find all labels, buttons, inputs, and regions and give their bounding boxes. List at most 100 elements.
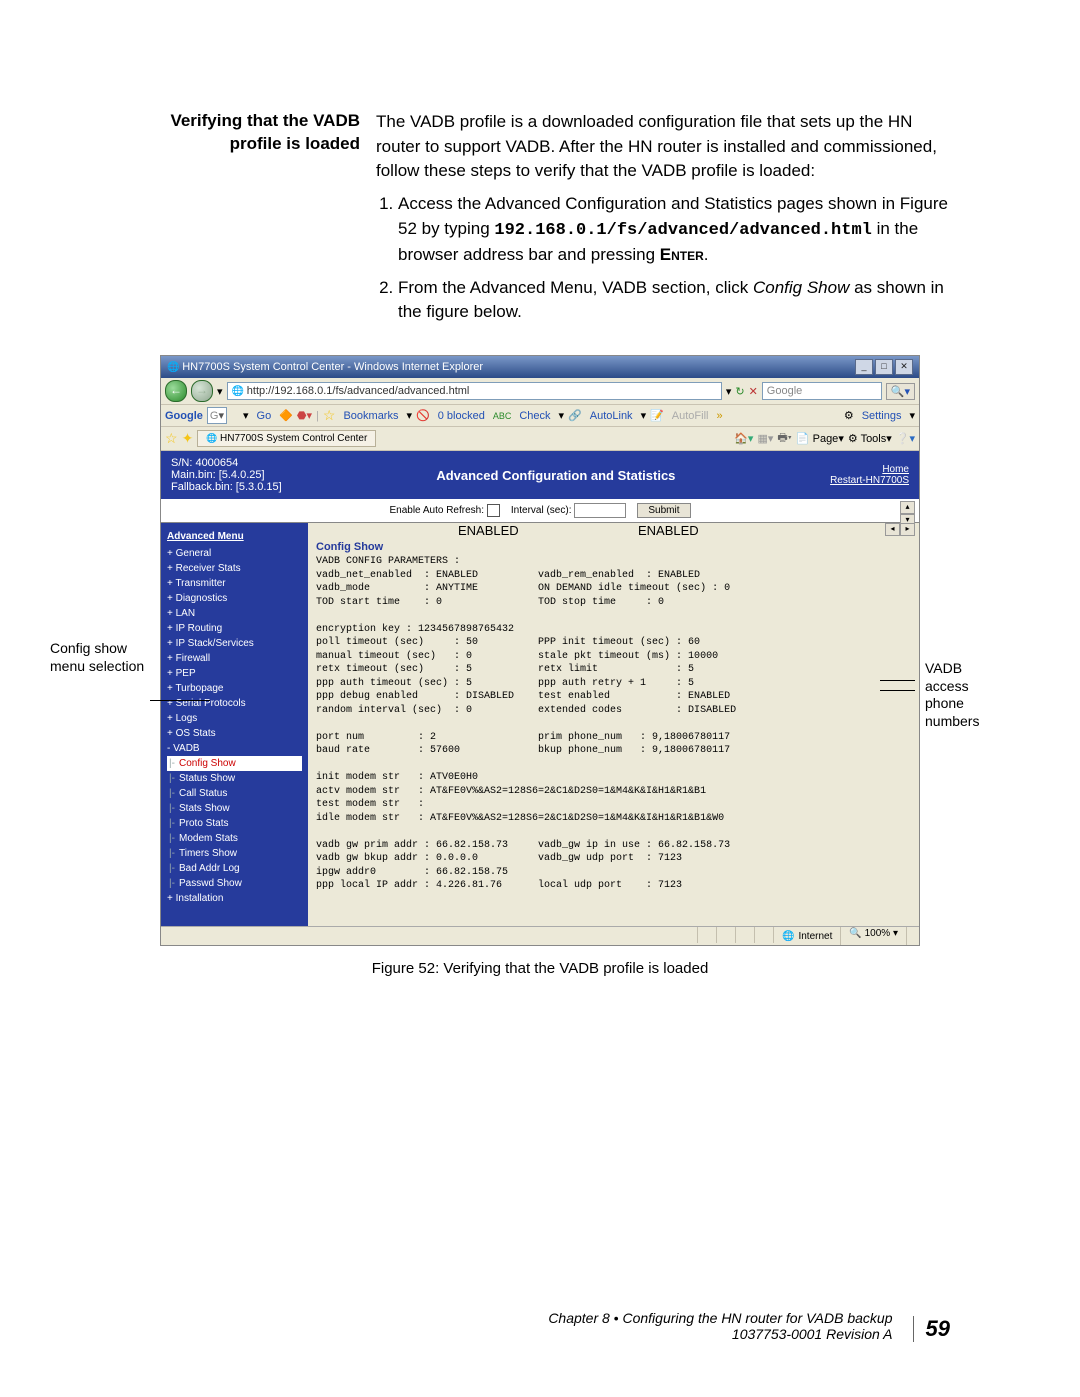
maximize-button[interactable]: □ (875, 359, 893, 375)
sidebar-item-serial[interactable]: + Serial Protocols (167, 696, 302, 711)
browser-tab[interactable]: 🌐 HN7700S System Control Center (197, 430, 376, 447)
dropdown-icon[interactable]: ▾ (217, 385, 223, 398)
home-link[interactable]: Home (830, 464, 909, 475)
page-heading: Advanced Configuration and Statistics (282, 468, 830, 483)
refresh-icon[interactable]: ↻ (735, 385, 744, 398)
enabled-label-2: ENABLED (638, 523, 699, 538)
config-show-title: Config Show (316, 541, 911, 553)
callout-vadb-phones: VADB access phone numbers (925, 660, 1005, 730)
autolink-icon: 🔗 (568, 409, 582, 422)
address-toolbar: ← → ▾ 🌐 http://192.168.0.1/fs/advanced/a… (161, 378, 919, 405)
sidebar-item-ipstack[interactable]: + IP Stack/Services (167, 636, 302, 651)
go-button[interactable]: Go (253, 410, 276, 422)
google-dropdown[interactable]: ▾ (243, 409, 249, 422)
section-intro: The VADB profile is a downloaded configu… (376, 110, 950, 184)
config-text: VADB CONFIG PARAMETERS : vadb_net_enable… (316, 555, 911, 893)
enabled-label-1: ENABLED (458, 523, 519, 538)
figure-caption: Figure 52: Verifying that the VADB profi… (160, 960, 920, 977)
sidebar-item-turbopage[interactable]: + Turbopage (167, 681, 302, 696)
back-button[interactable]: ← (165, 380, 187, 402)
address-bar[interactable]: 🌐 http://192.168.0.1/fs/advanced/advance… (227, 382, 722, 400)
check-link[interactable]: Check (515, 410, 554, 422)
sidebar-item-transmitter[interactable]: + Transmitter (167, 576, 302, 591)
autofill-link[interactable]: AutoFill (668, 410, 713, 422)
step1-url: 192.168.0.1/fs/advanced/advanced.html (494, 221, 871, 240)
sidebar-item-logs[interactable]: + Logs (167, 711, 302, 726)
google-icon: 🔶 (279, 409, 293, 422)
sidebar-header: Advanced Menu (167, 529, 302, 544)
sidebar-sub-config-show[interactable]: Config Show (167, 756, 302, 771)
home-icon[interactable]: 🏠▾ (734, 432, 753, 445)
statusbar: 🌐Internet 🔍 100% ▾ (161, 926, 919, 945)
step-1: Access the Advanced Configuration and St… (398, 192, 950, 268)
sn-info: S/N: 4000654 Main.bin: [5.4.0.25] Fallba… (171, 457, 282, 493)
google-btn-icon[interactable]: ⬣▾ (297, 409, 312, 422)
restart-link[interactable]: Restart-HN7700S (830, 475, 909, 486)
settings-link[interactable]: Settings (858, 410, 906, 422)
sidebar-item-diagnostics[interactable]: + Diagnostics (167, 591, 302, 606)
autolink-link[interactable]: AutoLink (586, 410, 637, 422)
status-internet: 🌐Internet (774, 927, 841, 945)
stop-icon[interactable]: ✕ (749, 385, 758, 398)
sidebar-sub-modem-stats[interactable]: Modem Stats (167, 831, 302, 846)
more-icon[interactable]: » (716, 410, 722, 422)
sidebar-sub-timers-show[interactable]: Timers Show (167, 846, 302, 861)
interval-input[interactable] (574, 503, 626, 518)
vadb-text: VADB (602, 278, 647, 297)
submit-button[interactable]: Submit (637, 503, 690, 518)
help-icon[interactable]: ❔▾ (896, 432, 915, 445)
sidebar-item-pep[interactable]: + PEP (167, 666, 302, 681)
close-button[interactable]: ✕ (895, 359, 913, 375)
sidebar-item-general[interactable]: + General (167, 546, 302, 561)
sidebar: Advanced Menu + General + Receiver Stats… (161, 523, 308, 926)
google-search-box[interactable]: G▾ (207, 407, 227, 424)
sidebar-item-firewall[interactable]: + Firewall (167, 651, 302, 666)
bookmarks-link[interactable]: Bookmarks (339, 410, 402, 422)
callout-line-left (150, 700, 210, 701)
minimize-button[interactable]: _ (855, 359, 873, 375)
status-zoom[interactable]: 🔍 100% ▾ (841, 927, 907, 945)
sidebar-sub-bad-addr[interactable]: Bad Addr Log (167, 861, 302, 876)
section-title: Verifying that the VADB profile is loade… (130, 110, 360, 345)
window-title: 🌐 HN7700S System Control Center - Window… (167, 361, 483, 373)
sidebar-sub-status-show[interactable]: Status Show (167, 771, 302, 786)
page-number: 59 (913, 1316, 950, 1342)
enter-key: Enter (660, 245, 704, 264)
sidebar-item-iprouting[interactable]: + IP Routing (167, 621, 302, 636)
config-panel: ENABLED ENABLED Config Show VADB CONFIG … (308, 523, 919, 926)
address-dropdown-icon[interactable]: ▾ (726, 385, 732, 398)
settings-icon[interactable]: ⚙ (844, 409, 854, 422)
favorites-icon[interactable]: ☆ (165, 430, 178, 447)
header-links: Home Restart-HN7700S (830, 464, 909, 486)
scroll-up-icon[interactable]: ▴ (900, 501, 915, 514)
internet-icon: 🌐 (782, 931, 794, 942)
google-toolbar: Google G▾ ▾ Go 🔶 ⬣▾ | ☆ Bookmarks▾ 🚫 0 b… (161, 405, 919, 427)
print-icon[interactable]: 🖶▾ (777, 429, 791, 448)
bookmarks-star-icon[interactable]: ☆ (323, 407, 336, 424)
blocked-icon: 🚫 (416, 409, 430, 422)
sidebar-sub-proto-stats[interactable]: Proto Stats (167, 816, 302, 831)
sidebar-item-installation[interactable]: + Installation (167, 891, 302, 906)
sidebar-sub-passwd-show[interactable]: Passwd Show (167, 876, 302, 891)
footer-doc: 1037753-0001 Revision A (548, 1326, 892, 1342)
check-icon: ABC (493, 411, 512, 421)
sidebar-sub-stats-show[interactable]: Stats Show (167, 801, 302, 816)
sidebar-item-lan[interactable]: + LAN (167, 606, 302, 621)
feed-icon[interactable]: ▦▾ (757, 432, 773, 445)
autofill-icon: 📝 (650, 409, 664, 422)
sidebar-item-osstats[interactable]: + OS Stats (167, 726, 302, 741)
add-favorites-icon[interactable]: ✦ (182, 430, 194, 447)
page-menu[interactable]: 📄 Page▾ (796, 432, 844, 445)
forward-button[interactable]: → (191, 380, 213, 402)
search-input[interactable]: Google (762, 382, 882, 400)
titlebar: 🌐 HN7700S System Control Center - Window… (161, 356, 919, 378)
tools-menu[interactable]: ⚙ Tools▾ (848, 432, 892, 445)
sidebar-sub-call-status[interactable]: Call Status (167, 786, 302, 801)
refresh-checkbox[interactable] (487, 504, 500, 517)
sidebar-item-vadb[interactable]: - VADB (167, 741, 302, 756)
search-button[interactable]: 🔍▾ (886, 383, 915, 400)
config-show-link-text: Config Show (753, 278, 849, 297)
sidebar-item-receiver[interactable]: + Receiver Stats (167, 561, 302, 576)
blocked-link[interactable]: 0 blocked (434, 410, 489, 422)
refresh-row: Enable Auto Refresh: Interval (sec): Sub… (161, 499, 919, 523)
